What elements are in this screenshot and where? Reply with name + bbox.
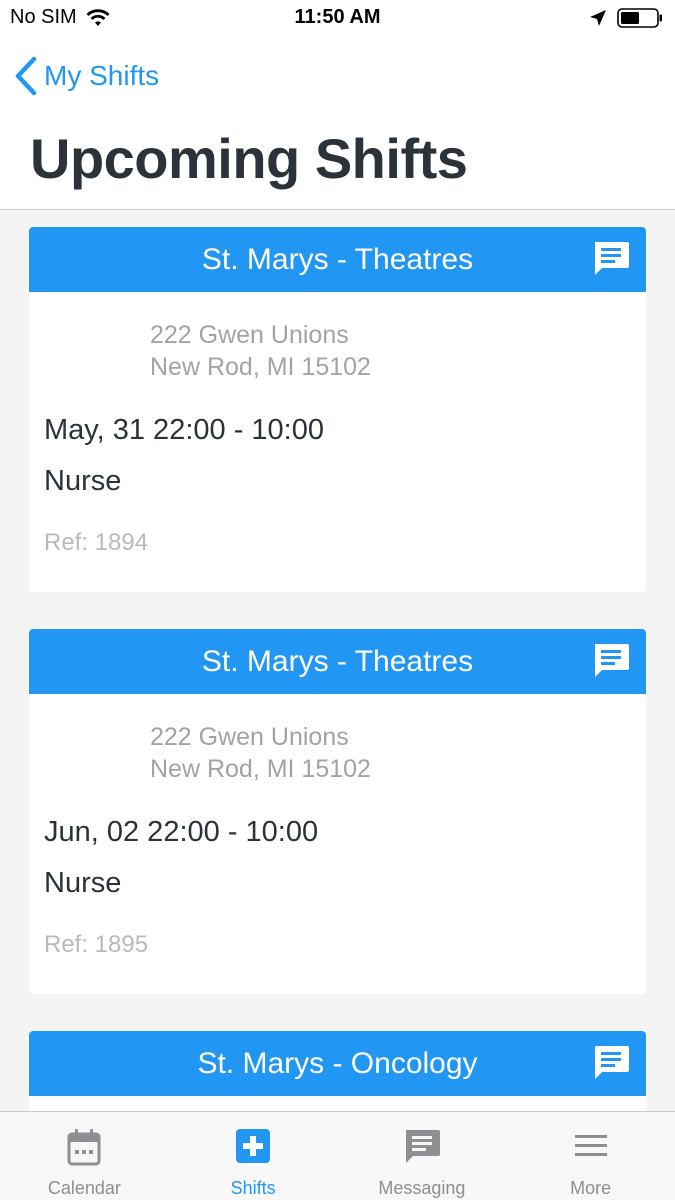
shift-ref: Ref: 1894	[44, 529, 149, 556]
shift-role: Nurse	[44, 867, 122, 899]
medical-cross-icon	[236, 1129, 271, 1163]
back-label: My Shifts	[44, 60, 160, 91]
back-button[interactable]: My Shifts	[14, 56, 159, 96]
tab-label: More	[570, 1178, 612, 1198]
shift-address: 222 Gwen Unions New Rod, MI 15102	[150, 721, 371, 785]
message-icon	[405, 1130, 440, 1163]
card-header: St. Marys - Theatres	[29, 227, 646, 292]
location-arrow-icon	[590, 10, 606, 26]
tab-messaging[interactable]: Messaging	[338, 1112, 507, 1200]
shift-location: St. Marys - Oncology	[197, 1046, 478, 1080]
status-right	[589, 8, 663, 28]
tab-calendar[interactable]: Calendar	[0, 1112, 169, 1200]
shift-card[interactable]: St. Marys - Oncology	[29, 1031, 646, 1111]
shift-location: St. Marys - Theatres	[201, 242, 474, 276]
shift-ref: Ref: 1895	[44, 931, 149, 958]
message-icon[interactable]	[592, 241, 630, 277]
calendar-icon	[67, 1129, 101, 1166]
screen: No SIM 11:50 AM My Shifts Upcoming Shift…	[0, 0, 675, 1200]
shift-datetime: Jun, 02 22:00 - 10:00	[44, 816, 319, 848]
shift-card[interactable]: St. Marys - Theatres 222 Gwen Unions New…	[29, 629, 646, 994]
menu-icon	[574, 1135, 607, 1156]
shift-location: St. Marys - Theatres	[201, 644, 474, 678]
message-icon[interactable]	[592, 643, 630, 679]
address-line-2: New Rod, MI 15102	[150, 755, 371, 783]
address-line-1: 222 Gwen Unions	[150, 321, 349, 349]
card-header: St. Marys - Oncology	[29, 1031, 646, 1096]
shift-list[interactable]: St. Marys - Theatres 222 Gwen Unions New…	[0, 211, 675, 1111]
card-header: St. Marys - Theatres	[29, 629, 646, 694]
shift-card[interactable]: St. Marys - Theatres 222 Gwen Unions New…	[29, 227, 646, 592]
tab-shifts[interactable]: Shifts	[169, 1112, 338, 1200]
shift-datetime: May, 31 22:00 - 10:00	[44, 414, 324, 446]
shift-role: Nurse	[44, 465, 122, 497]
tab-more[interactable]: More	[506, 1112, 675, 1200]
navigation-header: My Shifts Upcoming Shifts	[0, 38, 675, 210]
shift-address: 222 Gwen Unions New Rod, MI 15102	[150, 319, 371, 383]
tab-label: Calendar	[47, 1178, 121, 1198]
tab-bar: Calendar Shifts Messaging More	[0, 1111, 675, 1200]
status-time: 11:50 AM	[294, 6, 381, 28]
address-line-2: New Rod, MI 15102	[150, 353, 371, 381]
page-title: Upcoming Shifts	[30, 127, 468, 190]
message-icon[interactable]	[592, 1045, 630, 1081]
status-bar: No SIM 11:50 AM	[0, 0, 675, 38]
battery-icon	[617, 8, 662, 28]
tab-label: Shifts	[230, 1178, 276, 1198]
address-line-1: 222 Gwen Unions	[150, 723, 349, 751]
tab-label: Messaging	[378, 1178, 466, 1198]
chevron-left-icon	[15, 56, 37, 96]
